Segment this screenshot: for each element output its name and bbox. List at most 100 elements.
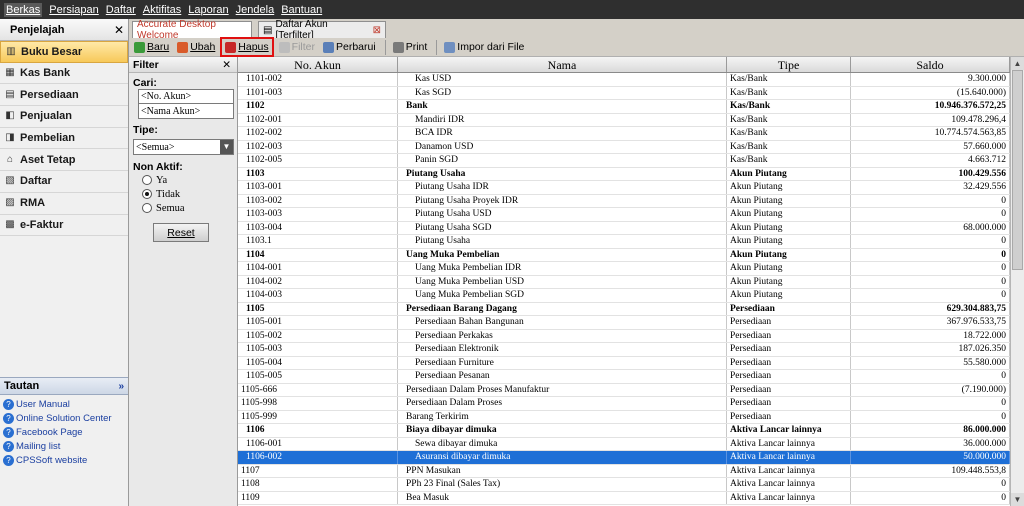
cell-saldo: 57.660.000 (851, 140, 1010, 153)
sidebar-item-label: Kas Bank (20, 67, 71, 80)
table-row[interactable]: 1106-001 Sewa dibayar dimuka Aktiva Lancar… (238, 437, 1010, 451)
sidebar-item-inventory[interactable]: ▤ Persediaan (0, 84, 128, 107)
impor-button[interactable]: Impor dari File (441, 39, 527, 56)
radio-tidak[interactable]: Tidak (129, 187, 237, 201)
table-row[interactable]: 1106 Biaya dibayar dimuka Aktiva Lancar la… (238, 424, 1010, 438)
cell-saldo: 4.663.712 (851, 154, 1010, 167)
link-icon: ? (3, 455, 14, 467)
table-row[interactable]: 1105-004 Persediaan Furniture Persediaan 55… (238, 356, 1010, 370)
reset-button[interactable]: Reset (153, 223, 209, 242)
tautan-link[interactable]: ? User Manual (0, 397, 128, 411)
sidebar-item-fixed-asset[interactable]: ⌂ Aset Tetap (0, 149, 128, 172)
table-row[interactable]: 1101-002 Kas USD Kas/Bank 9.300.000 (238, 73, 1010, 87)
table-row[interactable]: 1104-001 Uang Muka Pembelian IDR Akun Piut… (238, 262, 1010, 276)
menu-persiapan[interactable]: Persiapan (49, 4, 99, 16)
cell-tipe: Persediaan (727, 370, 851, 383)
table-row[interactable]: 1103-001 Piutang Usaha IDR Akun Piutang 32.… (238, 181, 1010, 195)
tautan-link[interactable]: ? CPSSoft website (0, 454, 128, 468)
cell-tipe: Kas/Bank (727, 86, 851, 99)
sidebar-item-sales[interactable]: ◧ Penjualan (0, 106, 128, 128)
sidebar-item-efaktur[interactable]: ▩ e-Faktur (0, 215, 128, 237)
tipe-select[interactable]: <Semua> ▼ (133, 139, 234, 155)
close-filter-icon[interactable]: ✕ (222, 59, 231, 71)
table-row[interactable]: 1106-002 Asuransi dibayar dimuka Aktiva La… (238, 451, 1010, 465)
menu-laporan[interactable]: Laporan (188, 4, 228, 16)
table-row[interactable]: 1103-002 Piutang Usaha Proyek IDR Akun Piu… (238, 194, 1010, 208)
cell-nama: Piutang Usaha (398, 167, 727, 180)
menu-aktifitas[interactable]: Aktifitas (143, 4, 182, 16)
table-row[interactable]: 1104 Uang Muka Pembelian Akun Piutang 0 (238, 248, 1010, 262)
close-tab-icon[interactable]: ⊠ (373, 25, 381, 36)
sidebar-item-rma[interactable]: ▨ RMA (0, 193, 128, 215)
radio-semua[interactable]: Semua (129, 201, 237, 215)
menu-bar: Berkas Persiapan Daftar Aktifitas Lapora… (0, 0, 1024, 19)
hapus-button[interactable]: Hapus (220, 37, 274, 57)
tautan-link[interactable]: ? Facebook Page (0, 425, 128, 439)
col-no-akun[interactable]: No. Akun (238, 57, 398, 72)
radio-ya-circle[interactable] (142, 175, 152, 185)
vertical-scrollbar[interactable]: ▲ ▼ (1010, 57, 1024, 506)
close-icon[interactable]: ✕ (114, 23, 124, 37)
sidebar-item-cash-bank[interactable]: ▦ Kas Bank (0, 63, 128, 85)
menu-daftar[interactable]: Daftar (106, 4, 136, 16)
print-button[interactable]: Print (390, 39, 431, 56)
table-row[interactable]: 1105-001 Persediaan Bahan Bangunan Persedi… (238, 316, 1010, 330)
table-row[interactable]: 1104-002 Uang Muka Pembelian USD Akun Piut… (238, 275, 1010, 289)
nama-akun-input[interactable]: <Nama Akun> (138, 104, 234, 119)
table-row[interactable]: 1102-002 BCA IDR Kas/Bank 10.774.574.563,85 (238, 127, 1010, 141)
cell-tipe: Kas/Bank (727, 100, 851, 113)
no-akun-input[interactable]: <No. Akun> (138, 89, 234, 104)
tab-daftar-akun[interactable]: ▤ Daftar Akun [Terfilter] ⊠ (258, 19, 386, 41)
ubah-button[interactable]: Ubah (174, 39, 218, 56)
menu-berkas[interactable]: Berkas (4, 2, 43, 17)
table-row[interactable]: 1107 PPN Masukan Aktiva Lancar lainnya 109.… (238, 464, 1010, 478)
table-row[interactable]: 1105-999 Barang Terkirim Persediaan 0 (238, 410, 1010, 424)
table-row[interactable]: 1104-003 Uang Muka Pembelian SGD Akun Piut… (238, 289, 1010, 303)
collapse-icon[interactable]: » (118, 381, 124, 392)
cell-no-akun: 1104 (238, 248, 398, 261)
tautan-link[interactable]: ? Mailing list (0, 440, 128, 454)
sidebar-item-list[interactable]: ▧ Daftar (0, 171, 128, 193)
chevron-down-icon[interactable]: ▼ (220, 140, 233, 154)
table-row[interactable]: 1103 Piutang Usaha Akun Piutang 100.429.556 (238, 167, 1010, 181)
cell-saldo: 86.000.000 (851, 424, 1010, 437)
table-row[interactable]: 1102-005 Panin SGD Kas/Bank 4.663.712 (238, 154, 1010, 168)
table-row[interactable]: 1108 PPh 23 Final (Sales Tax) Aktiva Lanca… (238, 478, 1010, 492)
table-row[interactable]: 1105 Persediaan Barang Dagang Persediaan 62… (238, 302, 1010, 316)
sidebar-item-ledger[interactable]: ▥ Buku Besar (0, 41, 128, 63)
baru-button[interactable]: Baru (131, 39, 172, 56)
perbarui-button[interactable]: Perbarui (320, 39, 379, 56)
table-row[interactable]: 1105-998 Persediaan Dalam Proses Persediaa… (238, 397, 1010, 411)
scroll-down-icon[interactable]: ▼ (1011, 493, 1024, 506)
sidebar-item-purchase[interactable]: ◨ Pembelian (0, 128, 128, 150)
table-row[interactable]: 1102-001 Mandiri IDR Kas/Bank 109.478.296,4 (238, 113, 1010, 127)
cell-no-akun: 1103 (238, 167, 398, 180)
table-row[interactable]: 1105-002 Persediaan Perkakas Persediaan 18.… (238, 329, 1010, 343)
scroll-up-icon[interactable]: ▲ (1011, 57, 1024, 70)
table-row[interactable]: 1102-003 Danamon USD Kas/Bank 57.660.000 (238, 140, 1010, 154)
navigator-panel: Penjelajah ✕ ▥ Buku Besar ▦ Kas Bank ▤ Persed… (0, 19, 129, 506)
table-row[interactable]: 1103-003 Piutang Usaha USD Akun Piutang 0 (238, 208, 1010, 222)
menu-jendela[interactable]: Jendela (236, 4, 275, 16)
cell-nama: Persediaan Dalam Proses (398, 397, 727, 410)
col-tipe[interactable]: Tipe (727, 57, 851, 72)
filter-button[interactable]: Filter (276, 39, 318, 56)
menu-bantuan[interactable]: Bantuan (281, 4, 322, 16)
col-nama[interactable]: Nama (398, 57, 727, 72)
table-row[interactable]: 1102 Bank Kas/Bank 10.946.376.572,25 (238, 100, 1010, 114)
radio-tidak-circle[interactable] (142, 189, 152, 199)
col-saldo[interactable]: Saldo (851, 57, 1010, 72)
radio-semua-circle[interactable] (142, 203, 152, 213)
table-row[interactable]: 1103.1 Piutang Usaha Akun Piutang 0 (238, 235, 1010, 249)
tautan-link[interactable]: ? Online Solution Center (0, 411, 128, 425)
table-row[interactable]: 1105-003 Persediaan Elektronik Persediaan 1… (238, 343, 1010, 357)
table-row[interactable]: 1105-666 Persediaan Dalam Proses Manufakt… (238, 383, 1010, 397)
table-row[interactable]: 1101-003 Kas SGD Kas/Bank (15.640.000) (238, 86, 1010, 100)
tautan-header[interactable]: Tautan » (0, 377, 128, 395)
radio-ya[interactable]: Ya (129, 173, 237, 187)
scroll-thumb[interactable] (1012, 70, 1023, 270)
table-row[interactable]: 1105-005 Persediaan Pesanan Persediaan 0 (238, 370, 1010, 384)
tab-welcome[interactable]: Accurate Desktop Welcome (132, 19, 252, 41)
table-row[interactable]: 1109 Bea Masuk Aktiva Lancar lainnya 0 (238, 491, 1010, 505)
table-row[interactable]: 1103-004 Piutang Usaha SGD Akun Piutang 68.… (238, 221, 1010, 235)
